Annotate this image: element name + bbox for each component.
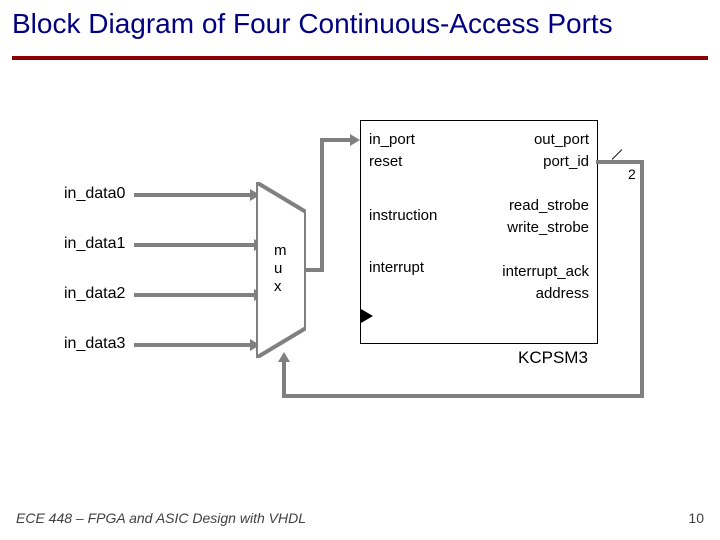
wire-in2 xyxy=(134,293,256,297)
port-reset: reset xyxy=(369,153,402,170)
wire-mux-out-h2 xyxy=(320,138,352,142)
label-in-data0: in_data0 xyxy=(64,185,125,203)
wire-port-id-v xyxy=(640,160,644,398)
bus-width-port-id: 2 xyxy=(628,166,636,182)
bus-slash-icon xyxy=(610,154,624,168)
port-in-port: in_port xyxy=(369,131,415,148)
port-write-strobe: write_strobe xyxy=(507,219,589,236)
arrow-mux-select xyxy=(278,352,290,362)
wire-in0 xyxy=(134,193,252,197)
arrow-in-port xyxy=(350,134,360,146)
mux-letter-m: m xyxy=(274,242,287,259)
mux: m u x xyxy=(256,182,306,363)
port-interrupt: interrupt xyxy=(369,259,424,276)
label-in-data1: in_data1 xyxy=(64,235,125,253)
label-in-data2: in_data2 xyxy=(64,285,125,303)
title-rule xyxy=(12,56,708,60)
page-number: 10 xyxy=(688,510,704,526)
footer-text: ECE 448 – FPGA and ASIC Design with VHDL xyxy=(16,510,306,526)
port-instruction: instruction xyxy=(369,207,437,224)
port-port-id: port_id xyxy=(543,153,589,170)
slide: Block Diagram of Four Continuous-Access … xyxy=(0,0,720,540)
block-name: KCPSM3 xyxy=(518,348,588,368)
wire-in1 xyxy=(134,243,256,247)
clock-icon xyxy=(361,309,373,323)
page-title: Block Diagram of Four Continuous-Access … xyxy=(12,8,613,40)
wire-port-id-up xyxy=(282,360,286,398)
mux-letter-u: u xyxy=(274,260,282,277)
port-interrupt-ack: interrupt_ack xyxy=(502,263,589,280)
block-diagram: in_data0 in_data1 in_data2 in_data3 m u … xyxy=(64,120,656,440)
port-read-strobe: read_strobe xyxy=(509,197,589,214)
kcpsm3-block: in_port reset instruction interrupt out_… xyxy=(360,120,598,344)
wire-port-id-b xyxy=(282,394,644,398)
port-address: address xyxy=(536,285,589,302)
mux-letter-x: x xyxy=(274,278,282,295)
port-out-port: out_port xyxy=(534,131,589,148)
wire-in3 xyxy=(134,343,252,347)
label-in-data3: in_data3 xyxy=(64,335,125,353)
wire-mux-out-v xyxy=(320,138,324,272)
